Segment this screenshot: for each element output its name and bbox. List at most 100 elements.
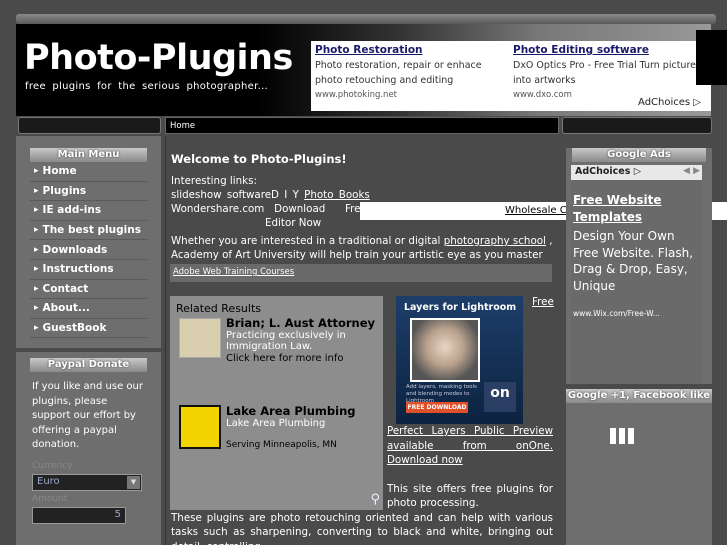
site-description: This site offers free plugins for photo … — [387, 482, 553, 510]
menu-item-ie-addins[interactable]: ▸ IE add-ins — [30, 201, 147, 221]
attorney-thumbnail[interactable] — [179, 318, 221, 358]
social-box-title: Google +1, Facebook like — [566, 389, 712, 403]
menu-item-label: Home — [42, 165, 77, 178]
nav-right-button[interactable] — [562, 117, 712, 134]
site-header: Photo-Plugins free plugins for the serio… — [16, 24, 711, 116]
lr-caption: Perfect Layers Public Preview available … — [387, 424, 553, 511]
menu-item-label: Instructions — [42, 263, 114, 276]
plumbing-thumbnail[interactable] — [179, 405, 221, 449]
wholesale-link[interactable]: Wholesale Cu — [505, 205, 575, 216]
ad-title-link[interactable]: Free Website Templates — [573, 192, 698, 226]
bullet-icon: ▸ — [34, 166, 39, 177]
result-title[interactable]: Brian; L. Aust Attorney — [226, 317, 375, 330]
onone-logo: on — [484, 382, 516, 412]
result-line — [226, 429, 356, 440]
header-ad-1[interactable]: Photo Restoration Photo restoration, rep… — [315, 43, 505, 103]
menu-item-downloads[interactable]: ▸ Downloads — [30, 240, 147, 260]
adchoices-label: AdChoices ▷ — [575, 166, 642, 177]
donate-text: If you like and use our plugins, please … — [32, 381, 143, 451]
result-line: Practicing exclusively in — [226, 329, 346, 341]
header-ad-1-text: Photo restoration, repair or enhace phot… — [315, 60, 482, 86]
site-tagline: free plugins for the serious photographe… — [25, 81, 269, 92]
google-ads-title: Google Ads — [572, 148, 706, 162]
menu-item-label: Plugins — [42, 184, 87, 197]
menu-item-label: The best plugins — [42, 224, 141, 237]
page-title: Welcome to Photo-Plugins! — [171, 152, 347, 166]
nav-left-button[interactable] — [18, 117, 161, 134]
bullet-icon: ▸ — [34, 225, 39, 236]
amount-label: Amount — [32, 493, 68, 504]
result-line: Lake Area Plumbing — [226, 417, 326, 429]
bullet-icon: ▸ — [34, 244, 39, 255]
menu-item-label: GuestBook — [42, 322, 107, 335]
top-bar — [16, 14, 716, 24]
currency-label: Currency — [32, 460, 73, 471]
site-logo[interactable]: Photo-Plugins — [24, 38, 293, 78]
menu-item-plugins[interactable]: ▸ Plugins — [30, 181, 147, 202]
free-link[interactable]: Free — [532, 296, 554, 308]
main-menu-box: Main Menu ▸ Home ▸ Plugins ▸ IE add-ins ▸ Th… — [16, 136, 161, 348]
ad-nav-arrows-icon[interactable]: ◀ ▶ — [683, 166, 700, 176]
menu-item-label: Downloads — [42, 243, 108, 256]
adchoices-link[interactable]: AdChoices ▷ — [638, 97, 701, 108]
google-ad-unit: AdChoices ▷ ◀ ▶ Free Website Templates De… — [571, 165, 702, 384]
header-ad-1-url: www.photoking.net — [315, 90, 398, 100]
perfect-layers-link[interactable]: Perfect Layers Public Preview available … — [387, 425, 553, 466]
ad-body-text: Design Your Own Free Website. Flash, Dra… — [573, 229, 694, 293]
result-line: Click here for more info — [226, 352, 344, 364]
amount-input[interactable]: 5 — [32, 506, 126, 524]
nav-home-link[interactable]: Home — [170, 121, 195, 131]
related-results-title: Related Results — [176, 302, 261, 315]
result-title[interactable]: Lake Area Plumbing — [226, 405, 356, 418]
related-results-box: Related Results Brian; L. Aust Attorney … — [170, 296, 383, 510]
bullet-icon: ▸ — [34, 323, 39, 334]
photo-books-link[interactable]: Photo Books — [304, 189, 370, 201]
academy-text-pre: Whether you are interested in a traditio… — [171, 235, 444, 247]
currency-select[interactable]: Euro ▼ — [32, 473, 142, 491]
bullet-icon: ▸ — [34, 303, 39, 314]
bullet-icon: ▸ — [34, 185, 39, 196]
adchoices-link[interactable]: AdChoices ▷ ◀ ▶ — [571, 165, 702, 180]
header-ad-1-title[interactable]: Photo Restoration — [315, 43, 505, 58]
main-content: Welcome to Photo-Plugins! Interesting li… — [165, 136, 559, 545]
menu-item-guestbook[interactable]: ▸ GuestBook — [30, 318, 147, 339]
menu-item-label: Contact — [42, 282, 89, 295]
menu-item-best-plugins[interactable]: ▸ The best plugins — [30, 220, 147, 241]
bullet-icon: ▸ — [34, 205, 39, 216]
menu-item-instructions[interactable]: ▸ Instructions — [30, 259, 147, 280]
social-box: Google +1, Facebook like — [566, 389, 712, 545]
header-ad-2-title[interactable]: Photo Editing software — [513, 43, 703, 58]
main-menu-title: Main Menu — [30, 148, 147, 162]
interesting-links-line1: slideshow softwareD I Y Photo Books — [171, 188, 553, 202]
lr-ad-photo — [410, 318, 480, 382]
header-right-edge — [696, 30, 727, 85]
nav-breadcrumb: Home — [165, 117, 559, 134]
interesting-links-label: Interesting links: — [171, 175, 257, 187]
bullet-icon: ▸ — [34, 283, 39, 294]
magnifier-icon[interactable]: ⚲ — [370, 492, 380, 507]
menu-item-label: About... — [42, 302, 90, 315]
chevron-down-icon[interactable]: ▼ — [127, 475, 140, 489]
header-ad-2[interactable]: Photo Editing software DxO Optics Pro - … — [513, 43, 703, 103]
menu-item-about[interactable]: ▸ About... — [30, 299, 147, 319]
ad-url[interactable]: www.Wix.com/Free-W... — [573, 309, 660, 318]
menu-item-contact[interactable]: ▸ Contact — [30, 279, 147, 300]
lr-ad-download-button[interactable]: FREE DOWNLOAD — [406, 402, 468, 413]
result-plumbing[interactable]: Lake Area Plumbing Lake Area Plumbing Se… — [226, 405, 356, 452]
result-attorney[interactable]: Brian; L. Aust Attorney Practicing exclu… — [226, 317, 375, 364]
header-ad-banner: Photo Restoration Photo restoration, rep… — [311, 41, 711, 111]
menu-item-home[interactable]: ▸ Home — [30, 162, 147, 182]
google-ads-box: Google Ads AdChoices ▷ ◀ ▶ Free Website T… — [566, 148, 712, 384]
social-widget-icon[interactable] — [610, 428, 638, 444]
links-text: slideshow softwareD I Y — [171, 189, 305, 201]
lr-ad-title: Layers for Lightroom — [404, 302, 517, 313]
currency-value: Euro — [37, 475, 60, 487]
menu-item-label: IE add-ins — [42, 204, 102, 217]
adobe-training-link[interactable]: Adobe Web Training Courses — [170, 264, 552, 282]
photography-school-link[interactable]: photography school — [444, 235, 546, 247]
paypal-donate-title: Paypal Donate — [30, 358, 147, 372]
layers-lightroom-ad-image[interactable]: Layers for Lightroom Add layers, masking… — [396, 296, 523, 424]
result-line: Serving Minneapolis, MN — [226, 440, 337, 450]
paypal-donate-box: Paypal Donate If you like and use our pl… — [16, 352, 161, 545]
bullet-icon: ▸ — [34, 264, 39, 275]
